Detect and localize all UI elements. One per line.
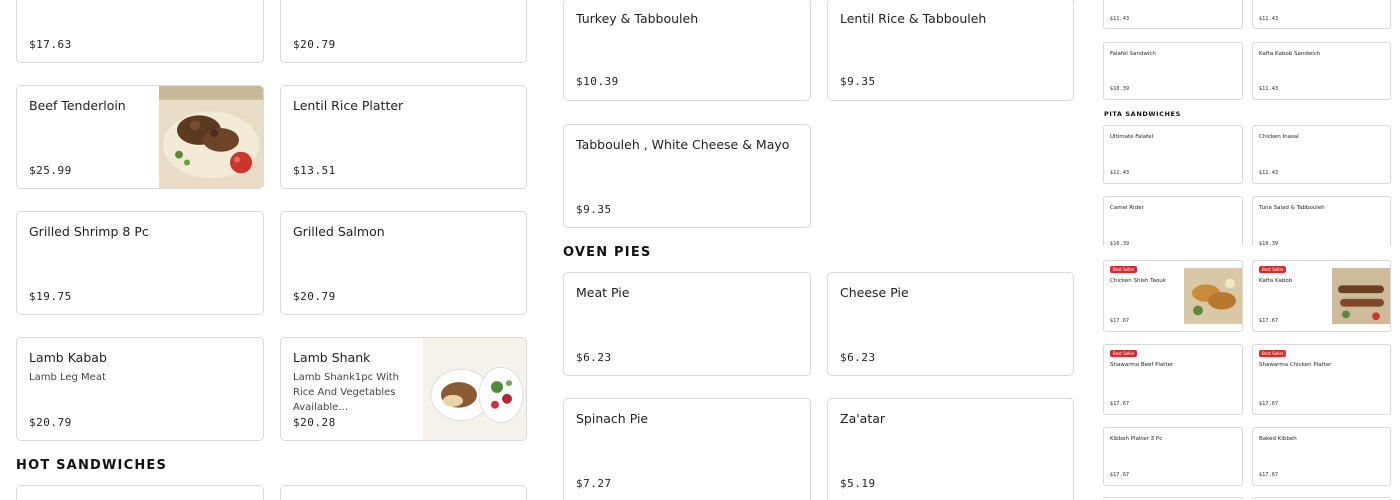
menu-item-card-ultimate-falafel[interactable]: Ultimate Falafel $11.43 — [1103, 125, 1243, 184]
item-price: $20.79 — [293, 38, 336, 51]
best-seller-badge: Best Seller — [1110, 266, 1138, 273]
item-price: $13.51 — [293, 164, 336, 177]
item-price: $20.79 — [293, 290, 336, 303]
menu-item-card-camel-rider[interactable]: Camel Rider $10.39 — [1103, 196, 1243, 252]
beef-tenderloin-photo — [159, 86, 263, 188]
item-price: $6.23 — [576, 351, 612, 364]
menu-item-card[interactable]: $20.79 — [280, 0, 527, 63]
item-description: Lamb Leg Meat — [29, 372, 106, 383]
menu-item-card[interactable]: $11.43 — [1252, 0, 1391, 29]
best-seller-badge: Best Seller — [1110, 350, 1138, 357]
menu-item-card-kafta-kabob[interactable]: Best Seller Kafta Kabob $17.67 — [1252, 260, 1391, 332]
item-name: Ultimate Falafel — [1110, 134, 1154, 140]
menu-item-card[interactable] — [280, 485, 527, 500]
item-price: $7.27 — [576, 477, 612, 490]
menu-item-card-meat-pie[interactable]: Meat Pie $6.23 — [563, 272, 811, 376]
menu-item-card[interactable] — [16, 485, 264, 500]
menu-item-card-kafta-kabob-sandwich[interactable]: Kafta Kabob Sandwich $11.43 — [1252, 42, 1391, 100]
best-seller-badge: Best Seller — [1259, 350, 1287, 357]
item-name: Meat Pie — [576, 285, 630, 300]
item-price: $11.43 — [1259, 16, 1279, 22]
item-description: Lamb Shank1pc With Rice And Vegetables A… — [293, 372, 400, 413]
menu-item-card-kibbeh-platter[interactable]: Kibbeh Platter 3 Pc $17.67 — [1103, 427, 1243, 486]
item-price: $11.43 — [1259, 86, 1279, 92]
item-name: Kafta Kabob — [1259, 278, 1293, 284]
menu-item-card-lentil-rice-platter[interactable]: Lentil Rice Platter $13.51 — [280, 85, 527, 189]
menu-item-card-shawarma-chicken-platter[interactable]: Best Seller Shawarma Chicken Platter $17… — [1252, 344, 1391, 415]
item-price: $20.28 — [293, 416, 336, 429]
item-price: $10.39 — [576, 75, 619, 88]
item-name: Grilled Salmon — [293, 224, 385, 239]
item-name: Turkey & Tabbouleh — [576, 11, 699, 26]
kafta-kabob-photo — [1332, 268, 1390, 324]
menu-item-card-baked-kibbeh[interactable]: Baked Kibbeh $17.67 — [1252, 427, 1391, 486]
item-name: Grilled Shrimp 8 Pc — [29, 224, 149, 239]
item-price: $11.43 — [1259, 170, 1279, 176]
item-name: Lentil Rice Platter — [293, 98, 404, 113]
item-name: Lamb Shank — [293, 350, 371, 365]
chicken-shish-taouk-photo — [1184, 268, 1242, 324]
menu-item-card[interactable]: $11.43 — [1103, 0, 1243, 29]
menu-item-card-grilled-shrimp[interactable]: Grilled Shrimp 8 Pc $19.75 — [16, 211, 264, 315]
item-name: Shawarma Beef Platter — [1110, 362, 1174, 368]
item-name: Spinach Pie — [576, 411, 649, 426]
menu-item-card-shawarma-beef-platter[interactable]: Best Seller Shawarma Beef Platter $17.67 — [1103, 344, 1243, 415]
menu-item-card-lamb-shank[interactable]: Lamb Shank Lamb Shank1pc With Rice And V… — [280, 337, 527, 441]
best-seller-badge: Best Seller — [1259, 266, 1287, 273]
menu-item-card-falafel-sandwich[interactable]: Falafel Sandwich $10.39 — [1103, 42, 1243, 100]
item-name: Beef Tenderloin — [29, 98, 126, 113]
section-title-pita-sandwiches: Pita Sandwiches — [1104, 110, 1181, 118]
item-price: $20.79 — [29, 416, 72, 429]
item-name: Lamb Kabab — [29, 350, 107, 365]
menu-item-card-cheese-pie[interactable]: Cheese Pie $6.23 — [827, 272, 1074, 376]
item-price: $17.67 — [1259, 472, 1279, 478]
menu-item-card-tabbouleh-cheese-mayo[interactable]: Tabbouleh , White Cheese & Mayo $9.35 — [563, 124, 811, 228]
item-name: Falafel Sandwich — [1110, 51, 1156, 57]
item-price: $17.67 — [1110, 401, 1130, 407]
item-name: Chicken Shish Taouk — [1110, 278, 1166, 284]
item-price: $25.99 — [29, 164, 72, 177]
item-name: Za'atar — [840, 411, 886, 426]
menu-item-card-chicken-inasal[interactable]: Chicken Inasal $11.43 — [1252, 125, 1391, 184]
item-name: Tabbouleh , White Cheese & Mayo — [576, 137, 790, 152]
item-price: $6.23 — [840, 351, 876, 364]
item-name: Lentil Rice & Tabbouleh — [840, 11, 987, 26]
item-price: $9.35 — [576, 203, 612, 216]
section-title-hot-sandwiches: Hot Sandwiches — [16, 458, 168, 473]
menu-item-card-beef-tenderloin[interactable]: Beef Tenderloin $25.99 — [16, 85, 264, 189]
lamb-shank-photo — [423, 338, 526, 440]
item-price: $17.67 — [1110, 472, 1130, 478]
menu-item-card[interactable]: $17.63 — [16, 0, 264, 63]
menu-item-card-grilled-salmon[interactable]: Grilled Salmon $20.79 — [280, 211, 527, 315]
item-price: $17.67 — [1259, 401, 1279, 407]
item-name: Chicken Inasal — [1259, 134, 1299, 140]
scroll-fade — [1100, 246, 1400, 252]
item-price: $11.43 — [1110, 170, 1130, 176]
item-name: Kafta Kabob Sandwich — [1259, 51, 1321, 57]
item-price: $17.67 — [1110, 318, 1130, 324]
menu-item-card-spinach-pie[interactable]: Spinach Pie $7.27 — [563, 398, 811, 500]
menu-item-card-chicken-shish-taouk[interactable]: Best Seller Chicken Shish Taouk $17.67 — [1103, 260, 1243, 332]
item-name: Tuna Salad & Tabbouleh — [1259, 205, 1325, 211]
item-name: Baked Kibbeh — [1259, 436, 1297, 442]
section-title-oven-pies: Oven Pies — [563, 245, 652, 260]
item-price: $9.35 — [840, 75, 876, 88]
item-price: $17.63 — [29, 38, 72, 51]
item-price: $17.67 — [1259, 318, 1279, 324]
menu-item-card-turkey-tabbouleh[interactable]: Turkey & Tabbouleh $10.39 — [563, 0, 811, 101]
item-price: $10.39 — [1110, 86, 1130, 92]
item-price: $19.75 — [29, 290, 72, 303]
menu-item-card-lamb-kabab[interactable]: Lamb Kabab Lamb Leg Meat $20.79 — [16, 337, 264, 441]
item-name: Cheese Pie — [840, 285, 909, 300]
menu-item-card-lentil-rice-tabbouleh[interactable]: Lentil Rice & Tabbouleh $9.35 — [827, 0, 1074, 101]
item-price: $5.19 — [840, 477, 876, 490]
menu-item-card-tuna-salad-tabbouleh[interactable]: Tuna Salad & Tabbouleh $10.39 — [1252, 196, 1391, 252]
item-name: Kibbeh Platter 3 Pc — [1110, 436, 1163, 442]
item-price: $11.43 — [1110, 16, 1130, 22]
item-name: Shawarma Chicken Platter — [1259, 362, 1332, 368]
menu-item-card-zaatar[interactable]: Za'atar $5.19 — [827, 398, 1074, 500]
item-name: Camel Rider — [1110, 205, 1144, 211]
